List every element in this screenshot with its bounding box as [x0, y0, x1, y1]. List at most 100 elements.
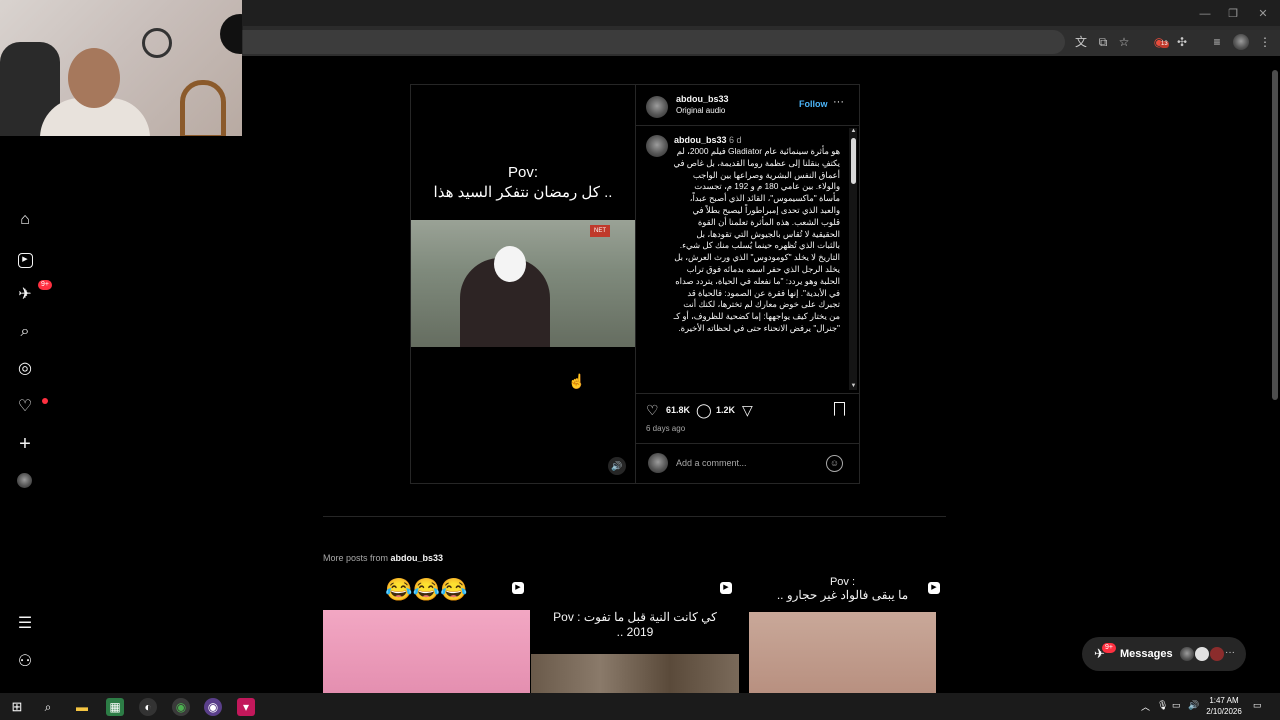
divider — [636, 393, 860, 394]
media-overlay-text: Pov: كل رمضان نتفكر السيد هذا .. — [411, 163, 635, 203]
media-pov-line1: Pov: — [507, 164, 538, 181]
messages-label: Messages — [1120, 648, 1173, 660]
notifications-icon[interactable]: ♡ — [14, 396, 48, 418]
thumb-caption: كي كانت النية قبل ما تفوت : Pov 2019 .. — [553, 610, 717, 639]
page-scroll-thumb[interactable] — [1272, 70, 1278, 400]
wall-decoration — [142, 28, 172, 58]
tab-search-icon[interactable]: ≡ — [1208, 33, 1226, 51]
message-avatar — [1180, 647, 1194, 661]
minimize-button[interactable]: — — [1194, 6, 1216, 22]
media-pov-line2: كل رمضان نتفكر السيد هذا .. — [433, 184, 613, 201]
maximize-button[interactable]: ❐ — [1222, 6, 1244, 22]
thumb-caption: ما يبقى فالواد غير حجارو .. — [776, 588, 909, 602]
my-avatar — [648, 453, 668, 473]
app-icon[interactable]: ◐ — [139, 698, 157, 716]
more-post-thumb-1[interactable]: 😂😂😂 ▶ — [323, 576, 530, 693]
caption-scroll-thumb[interactable] — [851, 138, 856, 184]
mouse-cursor-icon: ☝ — [568, 373, 586, 389]
close-window-button[interactable]: ✕ — [1252, 6, 1274, 22]
caption-time: 6 d — [729, 135, 742, 145]
reels-icon[interactable]: ▶ — [14, 246, 36, 268]
file-explorer-icon[interactable]: ▬ — [73, 698, 91, 716]
profile-icon[interactable] — [1233, 34, 1249, 50]
windows-start-icon[interactable]: ⊞ — [8, 698, 26, 716]
store-icon[interactable]: ▦ — [106, 698, 124, 716]
direct-badge: 9+ — [38, 280, 52, 290]
more-post-thumb-2[interactable]: كي كانت النية قبل ما تفوت : Pov 2019 .. … — [531, 576, 739, 693]
direct-icon[interactable]: ✈ 9+ — [14, 280, 52, 306]
mirror-frame — [180, 80, 226, 136]
explore-icon[interactable]: ◎ — [14, 358, 36, 380]
clock-time[interactable]: 1:47 AM — [1206, 696, 1242, 705]
microphone-icon[interactable]: 🎙 — [1157, 700, 1168, 711]
divider — [323, 516, 946, 517]
search-icon[interactable]: ⌕ — [14, 321, 36, 343]
puzzle-icon[interactable]: ✣ — [1173, 33, 1191, 51]
author-avatar[interactable] — [646, 96, 668, 118]
profile-avatar-icon[interactable] — [17, 473, 32, 488]
emoji-icon[interactable]: ☺ — [826, 455, 843, 472]
divider — [635, 85, 636, 483]
comment-count[interactable]: 1.2K — [716, 405, 735, 415]
home-icon[interactable]: ⌂ — [14, 209, 36, 231]
pocket-icon[interactable]: ▾ — [237, 698, 255, 716]
volume-icon[interactable]: 🔊 — [1188, 700, 1199, 711]
comment-input[interactable] — [676, 452, 816, 474]
webcam-overlay — [0, 0, 242, 136]
posted-time[interactable]: 6 days ago — [646, 424, 685, 433]
more-posts-heading: More posts from abdou_bs33 — [323, 553, 443, 563]
more-menu-icon[interactable]: ☰ — [14, 613, 36, 635]
star-icon[interactable]: ☆ — [1115, 33, 1133, 51]
scroll-down-icon[interactable]: ▼ — [850, 383, 857, 390]
notifications-center-icon[interactable]: ▭ — [1253, 700, 1262, 711]
caption-text: هو مأثرة سينمائية عام Gladiator فيلم 200… — [673, 146, 841, 333]
thumb-image — [531, 654, 739, 693]
audio-label[interactable]: Original audio — [676, 106, 725, 115]
notification-dot — [42, 398, 48, 404]
search-icon[interactable]: ⌕ — [39, 698, 57, 716]
translate-icon[interactable]: 文 — [1072, 33, 1090, 51]
audio-toggle-icon[interactable]: 🔊 — [608, 457, 626, 475]
reel-icon: ▶ — [720, 582, 732, 594]
divider — [636, 125, 860, 126]
tray-chevron-icon[interactable]: ︿ — [1141, 700, 1150, 713]
more-options-icon[interactable]: ··· — [833, 96, 844, 108]
caption-username[interactable]: abdou_bs33 — [674, 135, 727, 145]
clock-date[interactable]: 2/10/2026 — [1202, 707, 1246, 716]
message-avatar — [1195, 647, 1209, 661]
share-icon[interactable]: ▽ — [742, 402, 753, 418]
extension-ad-icon[interactable]: ◉ 13 — [1150, 33, 1169, 51]
like-icon[interactable]: ♡ — [646, 402, 659, 418]
more-posts-prefix: More posts from — [323, 553, 389, 563]
like-count[interactable]: 61.8K — [666, 405, 690, 415]
chrome-icon[interactable]: ◉ — [172, 698, 190, 716]
streamer-head — [68, 48, 120, 108]
address-bar[interactable] — [243, 30, 1065, 54]
author-username[interactable]: abdou_bs33 — [676, 94, 729, 104]
blurred-face — [494, 246, 526, 282]
messages-badge: 9+ — [1102, 643, 1116, 653]
install-icon[interactable]: ⧉ — [1094, 33, 1112, 51]
comment-icon[interactable]: ◯ — [696, 402, 712, 418]
more-posts-username[interactable]: abdou_bs33 — [391, 553, 444, 563]
menu-icon[interactable]: ⋮ — [1256, 33, 1274, 51]
thumb-image — [749, 612, 936, 693]
network-icon[interactable]: ▭ — [1172, 700, 1181, 711]
message-avatar — [1210, 647, 1224, 661]
divider — [636, 443, 860, 444]
thumb-top-text: 😂😂😂 — [385, 577, 468, 602]
extension-badge: 13 — [1160, 41, 1169, 48]
caption-avatar[interactable] — [646, 135, 668, 157]
wall-decoration — [220, 14, 242, 54]
save-bookmark-icon[interactable] — [834, 402, 845, 419]
thumb-image — [323, 610, 530, 693]
create-icon[interactable]: + — [14, 433, 36, 455]
more-post-thumb-3[interactable]: Pov : ما يبقى فالواد غير حجارو .. ▶ — [739, 576, 946, 693]
more-avatars-icon: ··· — [1225, 647, 1235, 658]
scroll-up-icon[interactable]: ▲ — [850, 128, 857, 135]
messenger-icon[interactable]: ◉ — [204, 698, 222, 716]
video-logo-tag: NET — [590, 225, 610, 237]
windows-taskbar — [0, 693, 1280, 720]
follow-button[interactable]: Follow — [799, 99, 828, 109]
also-from-meta-icon[interactable]: ⚇ — [14, 651, 36, 673]
